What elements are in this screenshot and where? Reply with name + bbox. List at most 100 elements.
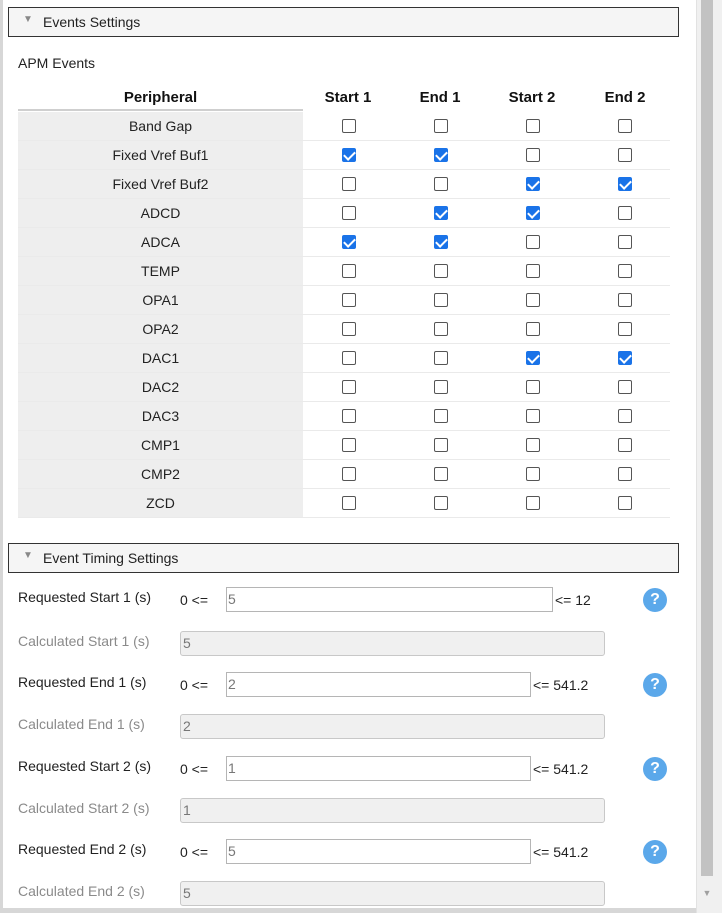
peripheral-name: CMP1	[18, 431, 303, 459]
event-checkbox-end-1[interactable]	[434, 496, 448, 510]
event-checkbox-start-1[interactable]	[342, 467, 356, 481]
event-checkbox-end-2[interactable]	[618, 264, 632, 278]
table-row: CMP1	[18, 431, 670, 460]
table-row: ADCA	[18, 228, 670, 257]
timing-field-label: Requested Start 1 (s)	[18, 589, 152, 605]
event-checkbox-end-1[interactable]	[434, 119, 448, 133]
requested-time-input[interactable]: 1	[226, 756, 531, 781]
column-header-end-2: End 2	[604, 89, 646, 106]
timing-field-label: Calculated Start 2 (s)	[18, 800, 150, 816]
collapse-triangle-icon[interactable]: ▼	[23, 14, 33, 25]
event-checkbox-end-2[interactable]	[618, 496, 632, 510]
event-checkbox-end-2[interactable]	[618, 119, 632, 133]
event-checkbox-start-2[interactable]	[526, 206, 540, 220]
event-checkbox-end-1[interactable]	[434, 467, 448, 481]
timing-field-label: Calculated End 2 (s)	[18, 883, 145, 899]
column-header-start-1: Start 1	[324, 89, 372, 106]
event-checkbox-end-2[interactable]	[618, 380, 632, 394]
left-border	[0, 0, 3, 913]
event-checkbox-start-1[interactable]	[342, 438, 356, 452]
help-question-icon[interactable]: ?	[643, 588, 667, 612]
event-checkbox-start-1[interactable]	[342, 148, 356, 162]
help-question-icon[interactable]: ?	[643, 840, 667, 864]
event-checkbox-end-2[interactable]	[618, 467, 632, 481]
event-checkbox-end-1[interactable]	[434, 148, 448, 162]
event-checkbox-start-2[interactable]	[526, 438, 540, 452]
event-checkbox-start-2[interactable]	[526, 380, 540, 394]
event-checkbox-end-1[interactable]	[434, 264, 448, 278]
event-checkbox-end-1[interactable]	[434, 293, 448, 307]
collapse-triangle-icon[interactable]: ▼	[23, 550, 33, 561]
range-min-label: 0 <=	[180, 592, 209, 608]
event-checkbox-start-2[interactable]	[526, 119, 540, 133]
timing-field-label: Calculated Start 1 (s)	[18, 633, 150, 649]
event-timing-settings-header[interactable]: ▼ Event Timing Settings	[8, 543, 679, 573]
table-row: ADCD	[18, 199, 670, 228]
event-checkbox-start-1[interactable]	[342, 496, 356, 510]
event-checkbox-start-1[interactable]	[342, 119, 356, 133]
peripheral-name: DAC2	[18, 373, 303, 401]
event-checkbox-start-2[interactable]	[526, 409, 540, 423]
event-checkbox-end-2[interactable]	[618, 206, 632, 220]
event-checkbox-start-1[interactable]	[342, 293, 356, 307]
calculated-time-field: 1	[180, 798, 605, 823]
calculated-time-field: 5	[180, 881, 605, 906]
event-checkbox-end-2[interactable]	[618, 409, 632, 423]
event-checkbox-end-2[interactable]	[618, 438, 632, 452]
timing-field-label: Requested Start 2 (s)	[18, 758, 152, 774]
event-checkbox-start-1[interactable]	[342, 177, 356, 191]
event-checkbox-end-1[interactable]	[434, 380, 448, 394]
event-checkbox-start-1[interactable]	[342, 264, 356, 278]
table-row: TEMP	[18, 257, 670, 286]
event-checkbox-start-2[interactable]	[526, 235, 540, 249]
bottom-border	[0, 908, 696, 913]
event-checkbox-start-2[interactable]	[526, 496, 540, 510]
peripheral-name: OPA2	[18, 315, 303, 343]
event-checkbox-start-1[interactable]	[342, 322, 356, 336]
event-checkbox-end-2[interactable]	[618, 235, 632, 249]
requested-time-input[interactable]: 5	[226, 839, 531, 864]
help-question-icon[interactable]: ?	[643, 673, 667, 697]
event-checkbox-start-1[interactable]	[342, 409, 356, 423]
peripheral-name: ZCD	[18, 489, 303, 517]
event-checkbox-start-2[interactable]	[526, 293, 540, 307]
requested-time-input[interactable]: 2	[226, 672, 531, 697]
help-question-icon[interactable]: ?	[643, 757, 667, 781]
event-checkbox-end-2[interactable]	[618, 148, 632, 162]
events-settings-title: Events Settings	[43, 14, 141, 30]
event-checkbox-end-1[interactable]	[434, 235, 448, 249]
table-row: ZCD	[18, 489, 670, 518]
event-checkbox-end-1[interactable]	[434, 409, 448, 423]
event-checkbox-end-1[interactable]	[434, 322, 448, 336]
event-checkbox-end-2[interactable]	[618, 293, 632, 307]
peripheral-name: Band Gap	[18, 112, 303, 140]
peripheral-name: TEMP	[18, 257, 303, 285]
table-row: Fixed Vref Buf2	[18, 170, 670, 199]
event-checkbox-start-1[interactable]	[342, 235, 356, 249]
column-header-peripheral: Peripheral	[123, 89, 198, 106]
scroll-down-arrow-icon[interactable]: ▼	[700, 886, 714, 900]
event-checkbox-end-2[interactable]	[618, 351, 632, 365]
event-checkbox-start-2[interactable]	[526, 351, 540, 365]
event-checkbox-start-1[interactable]	[342, 206, 356, 220]
requested-time-input[interactable]: 5	[226, 587, 553, 612]
event-checkbox-end-1[interactable]	[434, 438, 448, 452]
event-checkbox-start-2[interactable]	[526, 264, 540, 278]
peripheral-name: Fixed Vref Buf1	[18, 141, 303, 169]
table-row: DAC1	[18, 344, 670, 373]
event-checkbox-end-1[interactable]	[434, 177, 448, 191]
event-checkbox-start-2[interactable]	[526, 467, 540, 481]
event-checkbox-end-2[interactable]	[618, 322, 632, 336]
peripheral-name: DAC3	[18, 402, 303, 430]
scrollbar-thumb[interactable]	[701, 0, 713, 876]
event-checkbox-end-1[interactable]	[434, 206, 448, 220]
event-checkbox-end-1[interactable]	[434, 351, 448, 365]
event-checkbox-start-2[interactable]	[526, 322, 540, 336]
table-row: DAC3	[18, 402, 670, 431]
event-checkbox-start-2[interactable]	[526, 148, 540, 162]
event-checkbox-end-2[interactable]	[618, 177, 632, 191]
events-settings-header[interactable]: ▼ Events Settings	[8, 7, 679, 37]
event-checkbox-start-1[interactable]	[342, 351, 356, 365]
event-checkbox-start-1[interactable]	[342, 380, 356, 394]
event-checkbox-start-2[interactable]	[526, 177, 540, 191]
